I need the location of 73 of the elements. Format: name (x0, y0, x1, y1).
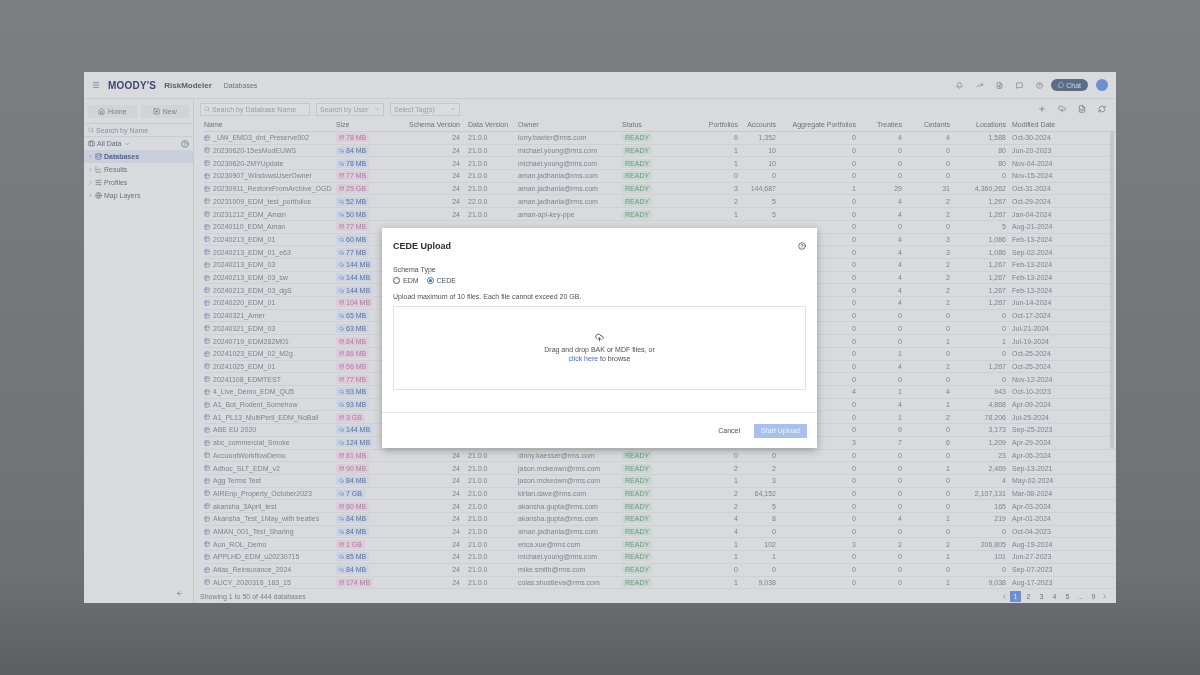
brand-logo: MOODY'S (108, 79, 157, 91)
caret-icon (450, 106, 456, 112)
plus-square-icon (152, 107, 160, 115)
table-icon (204, 211, 210, 217)
table-icon (204, 452, 210, 459)
next-icon[interactable] (1101, 592, 1108, 600)
globe-icon (95, 192, 102, 199)
bell-icon[interactable] (956, 81, 964, 89)
table-icon (204, 338, 210, 345)
search-icon (88, 127, 94, 133)
cloud-upload-icon (595, 332, 604, 342)
table-icon (204, 198, 210, 205)
table-icon (204, 312, 210, 319)
caret-icon (374, 106, 380, 112)
home-icon (97, 107, 105, 115)
table-icon (204, 134, 210, 141)
table-icon (204, 223, 210, 230)
table-icon (204, 401, 210, 408)
table-icon (204, 579, 210, 586)
table-icon (204, 274, 210, 281)
table-icon (204, 515, 210, 522)
table-icon (204, 160, 210, 167)
table-icon (204, 287, 210, 294)
document-search-icon[interactable] (996, 81, 1004, 89)
table-icon (204, 172, 210, 179)
collapse-icon[interactable] (176, 590, 183, 597)
spreadsheet-icon[interactable] (1078, 105, 1086, 113)
table-icon (204, 236, 210, 243)
table-icon (204, 566, 210, 573)
help-icon[interactable] (1036, 81, 1044, 89)
table-icon (204, 477, 210, 484)
sliders-icon (95, 179, 102, 186)
previous-icon[interactable] (1001, 592, 1008, 600)
menu-icon[interactable] (92, 81, 100, 89)
table-icon (204, 261, 210, 268)
briefcase-icon (88, 140, 95, 147)
table-icon (204, 388, 210, 395)
table-icon (204, 376, 210, 383)
table-icon (204, 350, 210, 357)
table-icon (204, 554, 210, 560)
chat-icon[interactable] (1016, 81, 1024, 89)
table-icon (204, 147, 210, 154)
table-icon (204, 439, 210, 446)
help-icon[interactable] (181, 139, 189, 148)
line-chart-icon (95, 166, 102, 173)
chart-icon[interactable] (976, 81, 984, 89)
table-icon (204, 426, 210, 433)
caret-icon[interactable] (123, 140, 130, 147)
search-icon (204, 106, 210, 112)
table-icon (204, 325, 210, 332)
table-icon (204, 541, 210, 548)
expand-icon (88, 193, 93, 198)
dialog-title: CEDE Upload (393, 241, 451, 251)
refresh-icon[interactable] (1098, 105, 1106, 113)
table-icon (204, 503, 210, 510)
table-icon (204, 465, 210, 472)
expand-icon (88, 154, 93, 159)
database-icon (95, 153, 102, 160)
chat-bubble-icon (1058, 82, 1065, 88)
table-icon (204, 414, 210, 421)
expand-icon (88, 180, 93, 185)
table-icon (204, 299, 210, 306)
table-icon (204, 185, 210, 192)
product-name: RiskModeler (164, 80, 212, 90)
table-icon (204, 528, 210, 535)
table-icon (204, 363, 210, 370)
table-icon (204, 249, 210, 256)
help-icon[interactable] (798, 242, 806, 250)
expand-icon (88, 167, 93, 172)
table-icon (204, 490, 210, 497)
avatar[interactable] (1096, 79, 1108, 91)
add-icon[interactable] (1038, 105, 1046, 113)
cloud-upload-icon[interactable] (1058, 105, 1066, 113)
